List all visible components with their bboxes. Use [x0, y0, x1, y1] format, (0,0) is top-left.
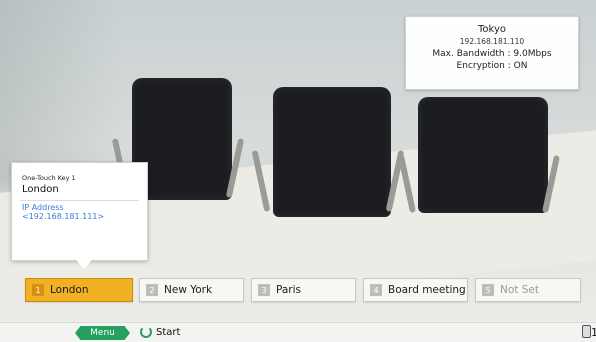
key-number: 1: [32, 284, 44, 296]
video-feed: Tokyo 192.168.181.110 Max. Bandwidth : 9…: [0, 0, 596, 322]
popup-divider: [20, 200, 139, 201]
chair-center: [273, 87, 391, 217]
key-number: 4: [370, 284, 382, 296]
popup-key-label: One-Touch Key 1: [22, 174, 76, 182]
one-touch-key-3[interactable]: 3 Paris: [251, 278, 356, 302]
remote-site-info: Tokyo 192.168.181.110 Max. Bandwidth : 9…: [405, 16, 579, 90]
chair-right: [418, 97, 548, 213]
start-icon[interactable]: [140, 326, 152, 338]
remote-count: 1: [591, 326, 596, 339]
start-label[interactable]: Start: [156, 327, 180, 338]
bottom-bar: Menu Start 1: [0, 322, 596, 342]
key-number: 3: [258, 284, 270, 296]
key-label: Paris: [276, 284, 301, 296]
key-label: Not Set: [500, 284, 539, 296]
one-touch-key-2[interactable]: 2 New York: [139, 278, 244, 302]
popup-ip-value: <192.168.181.111>: [22, 212, 105, 221]
one-touch-key-5[interactable]: 5 Not Set: [475, 278, 581, 302]
one-touch-key-popup: One-Touch Key 1 London IP Address <192.1…: [11, 162, 148, 269]
remote-site-bandwidth: Max. Bandwidth : 9.0Mbps: [432, 49, 552, 59]
key-label: Board meeting: [388, 284, 466, 296]
key-label: New York: [164, 284, 213, 296]
remote-icon: [582, 325, 591, 338]
remote-site-name: Tokyo: [478, 24, 506, 35]
remote-site-encryption: Encryption : ON: [456, 61, 528, 71]
one-touch-keys: 1 London 2 New York 3 Paris 4 Board meet…: [0, 273, 596, 307]
key-label: London: [50, 284, 89, 296]
one-touch-key-4[interactable]: 4 Board meeting: [363, 278, 468, 302]
remote-site-ip: 192.168.181.110: [459, 37, 525, 46]
key-number: 2: [146, 284, 158, 296]
one-touch-key-1[interactable]: 1 London: [25, 278, 133, 302]
popup-ip-label: IP Address: [22, 203, 64, 212]
key-number: 5: [482, 284, 494, 296]
menu-button[interactable]: Menu: [75, 326, 130, 340]
popup-site-name: London: [22, 184, 59, 195]
